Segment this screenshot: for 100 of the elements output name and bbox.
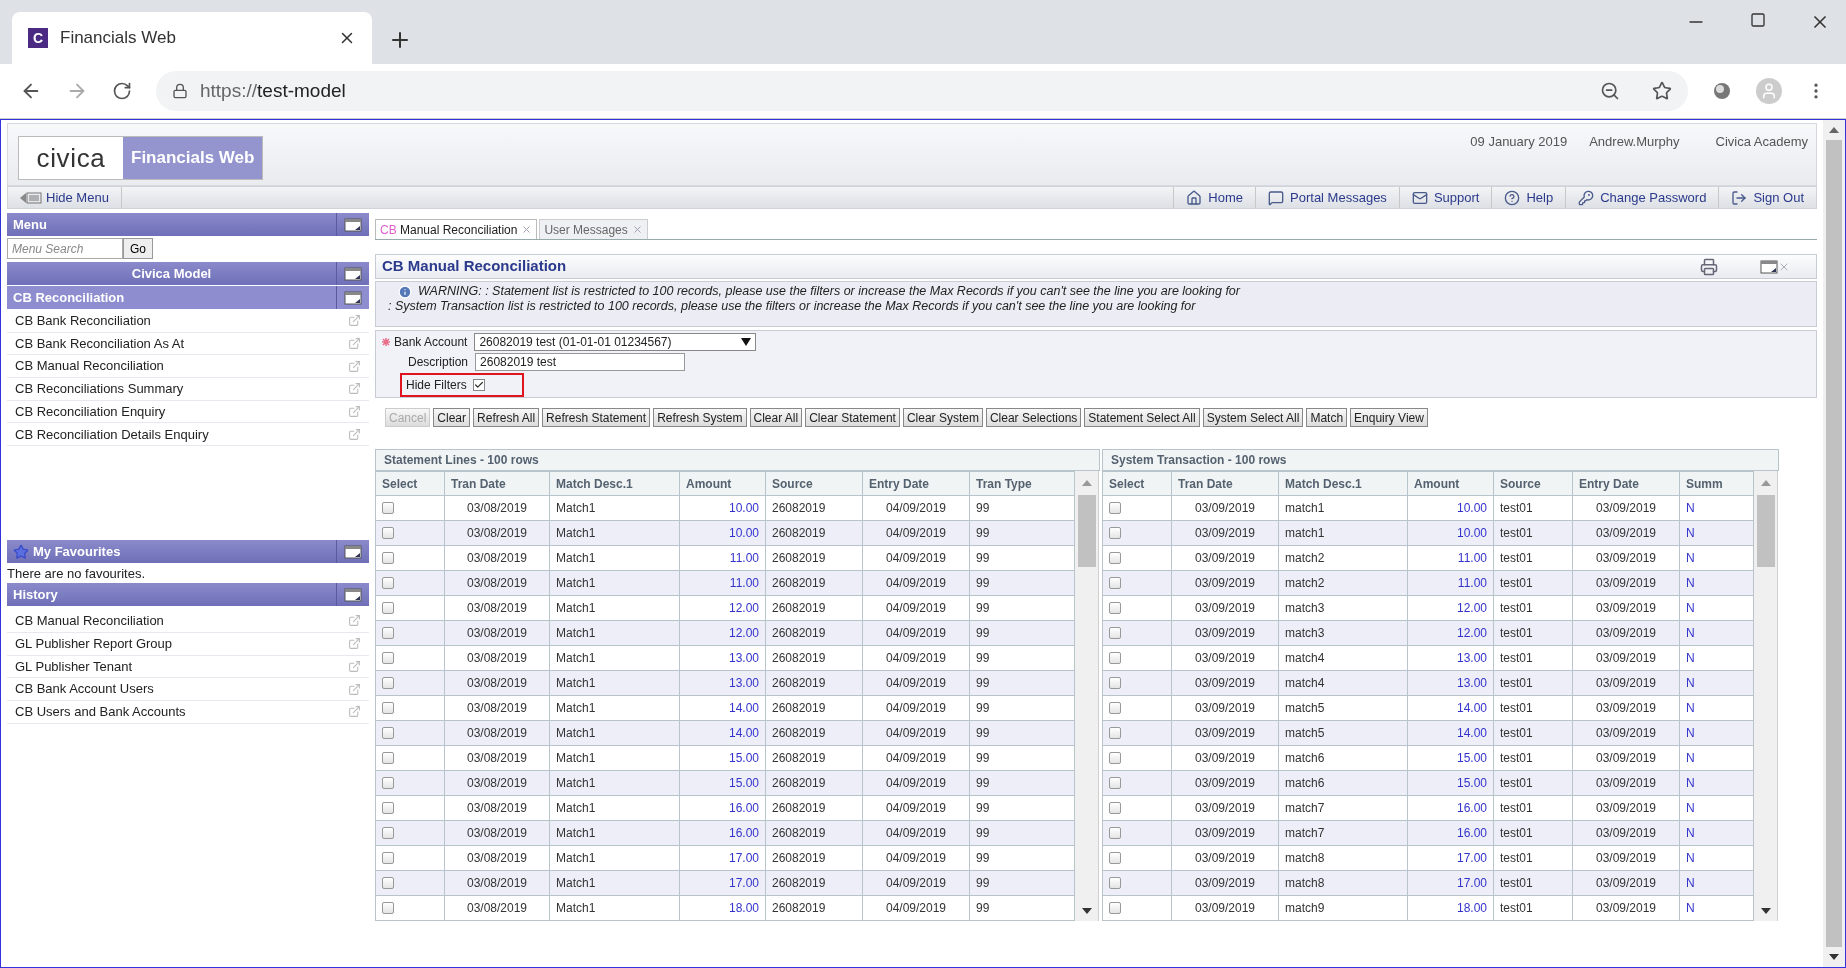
column-header[interactable]: Tran Date xyxy=(444,471,550,496)
menu-item[interactable]: CB Reconciliations Summary xyxy=(7,378,369,401)
nav-link[interactable]: Portal Messages xyxy=(1255,187,1399,208)
window-icon[interactable] xyxy=(344,217,362,232)
row-checkbox[interactable] xyxy=(382,752,394,764)
row-checkbox[interactable] xyxy=(1109,827,1121,839)
row-checkbox[interactable] xyxy=(382,652,394,664)
row-checkbox[interactable] xyxy=(382,527,394,539)
window-icon[interactable] xyxy=(344,544,362,559)
menu-item[interactable]: CB Manual Reconciliation xyxy=(7,355,369,379)
scrollbar[interactable] xyxy=(1075,471,1099,921)
menu-item[interactable]: CB Bank Reconciliation xyxy=(7,310,369,333)
column-header[interactable]: Tran Date xyxy=(1171,471,1279,496)
scroll-down-icon[interactable] xyxy=(1829,954,1839,960)
nav-link[interactable]: Change Password xyxy=(1565,187,1719,208)
row-checkbox[interactable] xyxy=(1109,677,1121,689)
scroll-down-icon[interactable] xyxy=(1081,908,1092,914)
row-checkbox[interactable] xyxy=(1109,902,1121,914)
column-header[interactable]: Amount xyxy=(679,471,766,496)
scrollbar-thumb[interactable] xyxy=(1826,140,1842,947)
row-checkbox[interactable] xyxy=(382,902,394,914)
row-checkbox[interactable] xyxy=(382,827,394,839)
maximize-icon[interactable] xyxy=(1750,12,1766,28)
row-checkbox[interactable] xyxy=(1109,727,1121,739)
column-header[interactable]: Source xyxy=(765,471,863,496)
action-button[interactable]: Refresh System xyxy=(653,408,747,427)
action-button[interactable]: Clear Selections xyxy=(985,408,1082,427)
zoom-out-icon[interactable] xyxy=(1600,81,1620,101)
menu-item[interactable]: GL Publisher Tenant xyxy=(7,655,369,679)
menu-item[interactable]: CB Users and Bank Accounts xyxy=(7,700,369,724)
column-header[interactable]: Summ xyxy=(1679,471,1754,496)
menu-search-field[interactable]: Menu Search xyxy=(7,238,123,259)
row-checkbox[interactable] xyxy=(1109,777,1121,789)
action-button[interactable]: Statement Select All xyxy=(1084,408,1200,427)
row-checkbox[interactable] xyxy=(1109,652,1121,664)
row-checkbox[interactable] xyxy=(382,602,394,614)
row-checkbox[interactable] xyxy=(1109,627,1121,639)
menu-item[interactable]: GL Publisher Report Group xyxy=(7,632,369,656)
row-checkbox[interactable] xyxy=(1109,502,1121,514)
row-checkbox[interactable] xyxy=(382,802,394,814)
menu-item[interactable]: CB Reconciliation Details Enquiry xyxy=(7,423,369,447)
row-checkbox[interactable] xyxy=(1109,552,1121,564)
row-checkbox[interactable] xyxy=(1109,852,1121,864)
star-icon[interactable] xyxy=(1652,81,1672,101)
nav-link[interactable]: Home xyxy=(1173,187,1256,208)
description-field[interactable]: 26082019 test xyxy=(475,353,686,371)
action-button[interactable]: Clear Statement xyxy=(805,408,900,427)
column-header[interactable]: Entry Date xyxy=(1572,471,1680,496)
profile-avatar[interactable] xyxy=(1756,78,1782,104)
row-checkbox[interactable] xyxy=(382,577,394,589)
hide-menu-button[interactable]: Hide Menu xyxy=(8,187,122,208)
row-checkbox[interactable] xyxy=(1109,602,1121,614)
scroll-up-icon[interactable] xyxy=(1829,127,1839,133)
scroll-up-icon[interactable] xyxy=(1081,480,1092,486)
action-button[interactable]: Refresh Statement xyxy=(542,408,651,427)
print-icon[interactable] xyxy=(1700,257,1718,276)
menu-item[interactable]: CB Manual Reconciliation xyxy=(7,610,369,633)
row-checkbox[interactable] xyxy=(382,677,394,689)
bank-account-select[interactable]: 26082019 test (01-01-01 01234567) xyxy=(474,333,757,351)
column-header[interactable]: Entry Date xyxy=(862,471,970,496)
row-checkbox[interactable] xyxy=(382,777,394,789)
hide-filters-checkbox[interactable] xyxy=(472,379,485,391)
row-checkbox[interactable] xyxy=(382,627,394,639)
row-checkbox[interactable] xyxy=(1109,527,1121,539)
nav-link[interactable]: Sign Out xyxy=(1718,187,1816,208)
row-checkbox[interactable] xyxy=(1109,702,1121,714)
scrollbar[interactable] xyxy=(1754,471,1778,921)
address-bar[interactable]: https://test-model xyxy=(156,71,1688,111)
action-button[interactable]: Refresh All xyxy=(473,408,540,427)
page-scrollbar[interactable] xyxy=(1823,120,1845,967)
window-icon[interactable] xyxy=(1760,259,1778,274)
row-checkbox[interactable] xyxy=(382,877,394,889)
action-button[interactable]: System Select All xyxy=(1202,408,1304,427)
row-checkbox[interactable] xyxy=(382,727,394,739)
nav-link[interactable]: Support xyxy=(1398,187,1492,208)
scroll-up-icon[interactable] xyxy=(1760,480,1771,486)
row-checkbox[interactable] xyxy=(382,852,394,864)
action-button[interactable]: Clear System xyxy=(902,408,983,427)
row-checkbox[interactable] xyxy=(1109,802,1121,814)
column-header[interactable]: Source xyxy=(1493,471,1573,496)
window-icon[interactable] xyxy=(344,290,362,305)
action-button[interactable]: Clear xyxy=(433,408,471,427)
row-checkbox[interactable] xyxy=(382,702,394,714)
reload-icon[interactable] xyxy=(112,81,132,101)
menu-item[interactable]: CB Reconciliation Enquiry xyxy=(7,400,369,424)
extension-icon[interactable] xyxy=(1712,81,1732,101)
scrollbar-thumb[interactable] xyxy=(1756,495,1775,567)
menu-item[interactable]: CB Bank Reconciliation As At xyxy=(7,332,369,356)
column-header[interactable]: Match Desc.1 xyxy=(1278,471,1408,496)
row-checkbox[interactable] xyxy=(1109,752,1121,764)
scrollbar-thumb[interactable] xyxy=(1077,495,1096,567)
column-header[interactable]: Amount xyxy=(1407,471,1494,496)
nav-link[interactable]: Help xyxy=(1491,187,1566,208)
row-checkbox[interactable] xyxy=(1109,577,1121,589)
menu-item[interactable]: CB Bank Account Users xyxy=(7,678,369,701)
browser-tab[interactable]: C Financials Web xyxy=(12,12,372,64)
row-checkbox[interactable] xyxy=(382,502,394,514)
row-checkbox[interactable] xyxy=(1109,877,1121,889)
action-button[interactable]: Clear All xyxy=(749,408,803,427)
column-header[interactable]: Tran Type xyxy=(969,471,1075,496)
